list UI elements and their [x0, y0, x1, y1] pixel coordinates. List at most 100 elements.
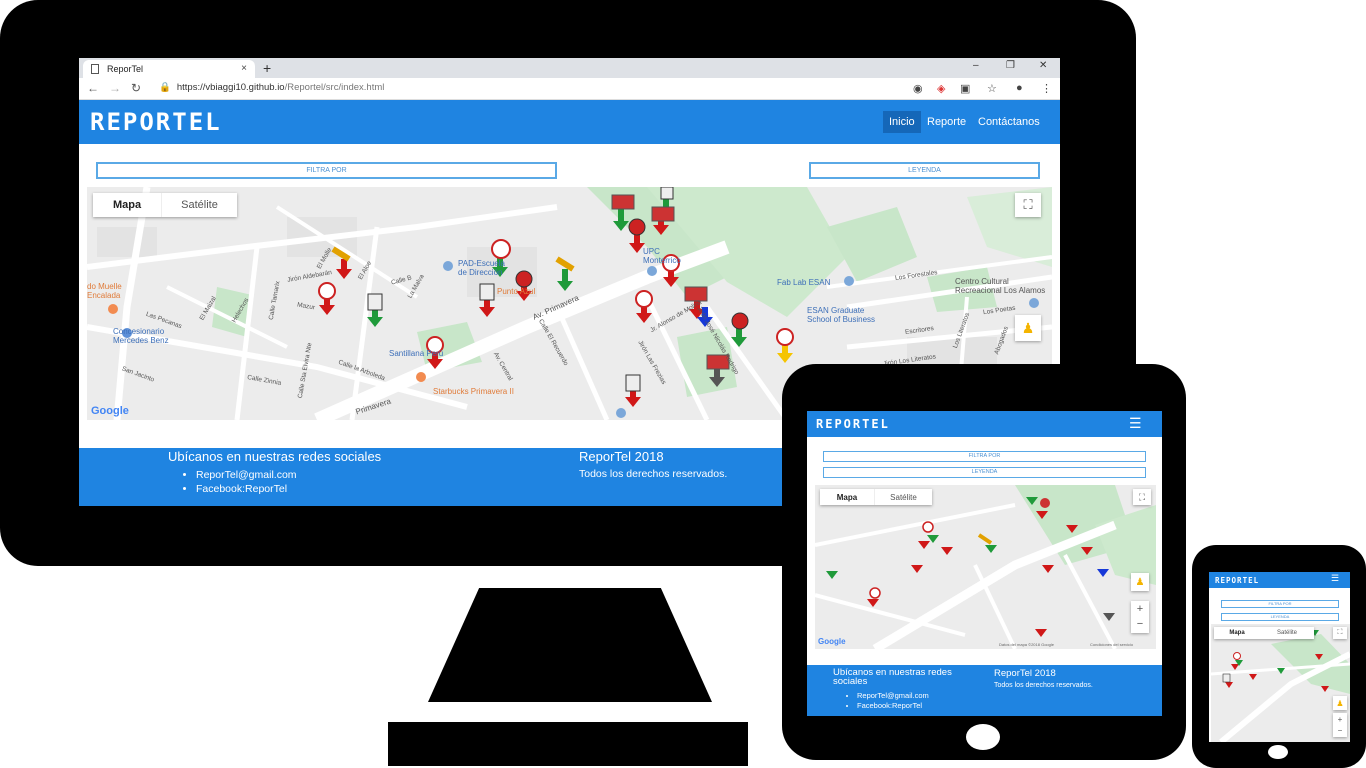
tablet-map-type-toggle: Mapa Satélite [820, 489, 932, 505]
tablet-footer-facebook-link[interactable]: Facebook:ReporTel [857, 701, 929, 711]
map-label: Punto Azul [497, 287, 536, 296]
footer-copy-text: Todos los derechos reservados. [579, 468, 728, 480]
footer-social-title: Ubícanos en nuestras redes sociales [168, 449, 382, 464]
map-label: do Muelle Encalada [87, 282, 122, 300]
tablet-filter-button[interactable]: FILTRA POR [823, 451, 1146, 462]
zoom-out-icon[interactable]: − [1137, 617, 1143, 632]
tab-title: ReporTel [107, 64, 144, 74]
star-icon[interactable]: ☆ [987, 82, 997, 95]
tablet-zoom-control: + − [1131, 601, 1149, 633]
tablet-google-logo: Google [818, 637, 846, 646]
tablet-app-logo[interactable]: REPORTEL [816, 417, 890, 431]
phone-map-type-toggle: Mapa Satélite [1214, 627, 1314, 639]
phone-filter-button[interactable]: FILTRA POR [1221, 600, 1339, 608]
app-header: REPORTEL Inicio Reporte Contáctanos [79, 100, 1060, 144]
no-signal-icon [628, 218, 646, 236]
poi-pin [647, 266, 657, 276]
tablet-map-canvas[interactable] [815, 485, 1156, 649]
wifi-icon [635, 290, 653, 308]
phone-screen: REPORTEL ☰ FILTRA POR LEYENDA Mapa Satél… [1209, 572, 1350, 742]
phone-booth-icon [367, 293, 383, 311]
tablet-map-terms[interactable]: Condiciones del servicio [1090, 642, 1133, 647]
map-label: Centro Cultural Recreacional Los Alamos [955, 277, 1046, 295]
new-tab-button[interactable]: + [263, 60, 271, 76]
fullscreen-icon[interactable]: ⛶ [1015, 193, 1041, 217]
reload-icon[interactable]: ↻ [131, 81, 141, 95]
poi-pin [616, 408, 626, 418]
phone-hamburger-menu-icon[interactable]: ☰ [1331, 573, 1339, 584]
map-label: UPC Monterrico [643, 247, 681, 265]
map-type-satellite[interactable]: Satélite [161, 193, 237, 217]
tablet-app-header: REPORTEL ☰ [807, 411, 1162, 437]
forward-icon[interactable]: → [109, 81, 121, 95]
phone-zoom-in-icon[interactable]: + [1338, 714, 1343, 725]
map-type-toggle: Mapa Satélite [93, 193, 237, 217]
no-signal-icon [515, 270, 533, 288]
tablet-footer-social-title: Ubícanos en nuestras redes sociales [833, 667, 952, 687]
poi-pin [443, 261, 453, 271]
map-label: ESAN Graduate School of Business [807, 306, 876, 324]
footer-copy-title: ReporTel 2018 [579, 449, 664, 464]
tablet-map-type-map[interactable]: Mapa [820, 489, 874, 505]
minimize-icon[interactable]: – [973, 60, 979, 71]
tablet-map[interactable]: Mapa Satélite ⛶ ♟ + − Google Datos del m… [815, 485, 1156, 649]
tablet-footer-copy-text: Todos los derechos reservados. [994, 682, 1093, 689]
maximize-icon[interactable]: ❐ [1006, 60, 1015, 71]
footer-facebook-link[interactable]: Facebook:ReporTel [196, 482, 297, 496]
browser-tab-bar: ReporTel × + – ❐ ✕ [79, 58, 1060, 78]
phone-pegman-icon[interactable]: ♟ [1333, 696, 1347, 710]
phone-map[interactable]: Mapa Satélite ⛶ ♟ + − [1211, 624, 1350, 742]
window-close-icon[interactable]: ✕ [1039, 60, 1047, 71]
phone-booth-icon [660, 187, 674, 200]
no-signal-icon [731, 312, 749, 330]
menu-dots-icon[interactable]: ⋮ [1041, 82, 1052, 95]
phone-legend-button[interactable]: LEYENDA [1221, 613, 1339, 621]
tablet-map-type-satellite[interactable]: Satélite [874, 489, 932, 505]
map-type-map[interactable]: Mapa [93, 193, 161, 217]
phone-map-type-map[interactable]: Mapa [1214, 627, 1260, 639]
pegman-icon[interactable]: ♟ [1015, 315, 1041, 341]
tablet-pegman-icon[interactable]: ♟ [1131, 573, 1149, 591]
hamburger-menu-icon[interactable]: ☰ [1129, 415, 1142, 432]
tablet-screen: REPORTEL ☰ FILTRA POR LEYENDA Mapa Satél… [807, 411, 1162, 716]
extension-icon[interactable]: ◈ [937, 82, 945, 95]
map-label: Santillana Perú [389, 349, 444, 358]
url-host: https://vbiaggi10.github.io [176, 82, 285, 93]
page-icon [91, 64, 99, 74]
tablet-footer-copy-title: ReporTel 2018 [994, 668, 1056, 679]
google-logo: Google [91, 405, 129, 417]
tablet-fullscreen-icon[interactable]: ⛶ [1133, 489, 1151, 505]
poi-pin [844, 276, 854, 286]
monitor-stand-neck [428, 588, 712, 702]
tablet-legend-button[interactable]: LEYENDA [823, 467, 1146, 478]
wifi-icon [776, 328, 794, 346]
phone-fullscreen-icon[interactable]: ⛶ [1333, 627, 1347, 639]
nav-contactanos[interactable]: Contáctanos [978, 116, 1040, 128]
tablet-footer-email-link[interactable]: ReporTel@gmail.com [857, 691, 929, 701]
account-icon[interactable]: ● [1016, 82, 1023, 94]
close-tab-icon[interactable]: × [241, 63, 247, 74]
phone-home-button [1268, 745, 1288, 759]
phone-zoom-out-icon[interactable]: − [1338, 725, 1343, 736]
legend-button[interactable]: LEYENDA [809, 162, 1040, 179]
eye-icon[interactable]: ◉ [913, 82, 923, 95]
poi-pin [1029, 298, 1039, 308]
phone-map-type-satellite[interactable]: Satélite [1260, 627, 1314, 639]
back-icon[interactable]: ← [87, 81, 99, 95]
translate-icon[interactable]: ▣ [960, 82, 970, 95]
phone-zoom-control: + − [1333, 713, 1347, 737]
tv-icon [651, 206, 675, 222]
url-field[interactable]: 🔒 https://vbiaggi10.github.io/Reportel/sr… [159, 82, 384, 93]
browser-tab[interactable]: ReporTel × [83, 60, 255, 78]
tablet-home-button [966, 724, 1000, 750]
phone-map-canvas[interactable] [1211, 624, 1350, 742]
phone-app-logo[interactable]: REPORTEL [1215, 576, 1259, 585]
zoom-in-icon[interactable]: + [1137, 602, 1143, 617]
app-logo[interactable]: REPORTEL [90, 108, 222, 136]
nav-inicio[interactable]: Inicio [883, 111, 921, 133]
filter-button[interactable]: FILTRA POR [96, 162, 557, 179]
lock-icon: 🔒 [159, 82, 171, 93]
footer-email-link[interactable]: ReporTel@gmail.com [196, 468, 297, 482]
phone-booth-icon [479, 283, 495, 301]
nav-reporte[interactable]: Reporte [927, 116, 966, 128]
